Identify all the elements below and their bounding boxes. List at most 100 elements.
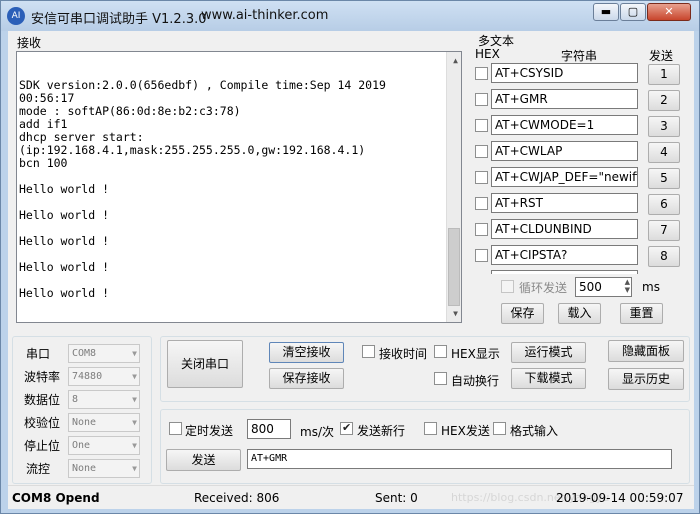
stopbits-label: 停止位 <box>24 439 61 453</box>
baud-select[interactable]: 74880 ▼ <box>68 367 140 386</box>
multitext-send-button[interactable]: 7 <box>648 220 680 241</box>
receive-textarea[interactable]: SDK version:2.0.0(656edbf) , Compile tim… <box>16 51 462 323</box>
databits-label: 数据位 <box>24 393 61 407</box>
chevron-down-icon: ▼ <box>132 464 137 473</box>
multitext-send-button[interactable]: 4 <box>648 142 680 163</box>
hex-row-checkbox[interactable] <box>475 249 488 262</box>
window-title: 安信可串口调试助手 V1.2.3.0 <box>31 12 207 27</box>
timed-send-label: 定时发送 <box>185 424 234 438</box>
period-unit-label: ms/次 <box>300 425 334 439</box>
receive-text: SDK version:2.0.0(656edbf) , Compile tim… <box>19 78 386 300</box>
download-mode-button[interactable]: 下载模式 <box>511 368 586 389</box>
multitext-input[interactable]: AT+RST <box>491 193 638 213</box>
chevron-down-icon: ▼ <box>132 395 137 404</box>
save-receive-button[interactable]: 保存接收 <box>269 368 344 389</box>
stopbits-value: One <box>72 440 91 451</box>
close-port-button[interactable]: 关闭串口 <box>167 340 243 388</box>
multitext-input[interactable]: AT+CSYSID <box>491 63 638 83</box>
multitext-send-button[interactable]: 1 <box>648 64 680 85</box>
chevron-down-icon: ▼ <box>132 418 137 427</box>
multitext-row-partial <box>491 270 638 274</box>
header-string: 字符串 <box>561 49 598 63</box>
port-label: 串口 <box>26 347 51 361</box>
header-send: 发送 <box>649 49 674 63</box>
multitext-send-button[interactable]: 2 <box>648 90 680 111</box>
datetime: 2019-09-14 00:59:07 <box>556 491 684 505</box>
hex-display-checkbox[interactable] <box>434 345 447 358</box>
port-status: COM8 Opend <box>12 491 100 505</box>
baud-value: 74880 <box>72 371 103 382</box>
spin-arrows-icon[interactable]: ▲ ▼ <box>625 278 630 294</box>
receive-time-label: 接收时间 <box>379 347 428 361</box>
multitext-input[interactable]: AT+CLDUNBIND <box>491 219 638 239</box>
show-history-button[interactable]: 显示历史 <box>608 368 684 390</box>
receive-scrollbar[interactable]: ▲ ▼ <box>446 52 461 322</box>
flow-select[interactable]: None ▼ <box>68 459 140 478</box>
scroll-down-icon[interactable]: ▼ <box>453 307 458 320</box>
hex-display-label: HEX显示 <box>451 347 500 361</box>
hex-send-checkbox[interactable] <box>424 422 437 435</box>
hex-row-checkbox[interactable] <box>475 145 488 158</box>
multitext-input[interactable]: AT+GMR <box>491 89 638 109</box>
header-hex: HEX <box>475 47 500 61</box>
chevron-down-icon: ▼ <box>132 349 137 358</box>
send-text-input[interactable]: AT+GMR <box>247 449 672 469</box>
flow-value: None <box>72 463 97 474</box>
chevron-down-icon: ▼ <box>132 441 137 450</box>
sent-count: Sent: 0 <box>375 491 418 505</box>
timed-send-checkbox[interactable] <box>169 422 182 435</box>
format-input-label: 格式输入 <box>510 424 559 438</box>
multitext-send-button[interactable]: 5 <box>648 168 680 189</box>
multitext-input[interactable]: AT+CWLAP <box>491 141 638 161</box>
loop-send-checkbox[interactable] <box>501 280 514 293</box>
maximize-button[interactable]: ▢ <box>620 3 646 21</box>
stopbits-select[interactable]: One ▼ <box>68 436 140 455</box>
auto-wrap-checkbox[interactable] <box>434 372 447 385</box>
hide-panel-button[interactable]: 隐藏面板 <box>608 340 684 362</box>
multitext-send-button[interactable]: 6 <box>648 194 680 215</box>
multitext-send-button[interactable]: 8 <box>648 246 680 267</box>
close-button[interactable]: ✕ <box>647 3 691 21</box>
run-mode-button[interactable]: 运行模式 <box>511 342 586 363</box>
port-select[interactable]: COM8 ▼ <box>68 344 140 363</box>
send-period-input[interactable]: 800 <box>247 419 291 439</box>
auto-wrap-label: 自动换行 <box>451 374 500 388</box>
send-button[interactable]: 发送 <box>166 449 241 471</box>
minimize-button[interactable]: ▬ <box>593 3 619 21</box>
scroll-thumb[interactable] <box>448 228 460 306</box>
app-logo-icon: AI <box>7 7 25 25</box>
multitext-send-button[interactable]: 3 <box>648 116 680 137</box>
parity-label: 校验位 <box>24 416 61 430</box>
multitext-input[interactable]: AT+CWMODE=1 <box>491 115 638 135</box>
flow-label: 流控 <box>26 462 51 476</box>
databits-select[interactable]: 8 ▼ <box>68 390 140 409</box>
multitext-input[interactable]: AT+CWJAP_DEF="newifi_ <box>491 167 638 187</box>
format-input-checkbox[interactable] <box>493 422 506 435</box>
port-value: COM8 <box>72 348 97 359</box>
received-count: Received: 806 <box>194 491 280 505</box>
baud-label: 波特率 <box>24 370 61 384</box>
receive-time-checkbox[interactable] <box>362 345 375 358</box>
loop-interval-input[interactable]: 500 ▲ ▼ <box>575 277 632 297</box>
send-newline-checkbox[interactable] <box>340 421 353 435</box>
parity-value: None <box>72 417 97 428</box>
scroll-up-icon[interactable]: ▲ <box>453 54 458 67</box>
hex-row-checkbox[interactable] <box>475 223 488 236</box>
loop-interval-value: 500 <box>579 280 602 294</box>
chevron-down-icon: ▼ <box>132 372 137 381</box>
clear-receive-button[interactable]: 清空接收 <box>269 342 344 363</box>
loop-send-label: 循环发送 <box>519 281 568 295</box>
hex-row-checkbox[interactable] <box>475 171 488 184</box>
load-multitext-button[interactable]: 载入 <box>558 303 601 324</box>
hex-row-checkbox[interactable] <box>475 67 488 80</box>
parity-select[interactable]: None ▼ <box>68 413 140 432</box>
send-newline-label: 发送新行 <box>357 424 406 438</box>
save-multitext-button[interactable]: 保存 <box>501 303 544 324</box>
hex-row-checkbox[interactable] <box>475 119 488 132</box>
reset-multitext-button[interactable]: 重置 <box>620 303 663 324</box>
send-group <box>160 409 690 484</box>
title-bar[interactable]: AI 安信可串口调试助手 V1.2.3.0 www.ai-thinker.com… <box>1 1 699 31</box>
hex-row-checkbox[interactable] <box>475 197 488 210</box>
hex-row-checkbox[interactable] <box>475 93 488 106</box>
multitext-input[interactable]: AT+CIPSTA? <box>491 245 638 265</box>
